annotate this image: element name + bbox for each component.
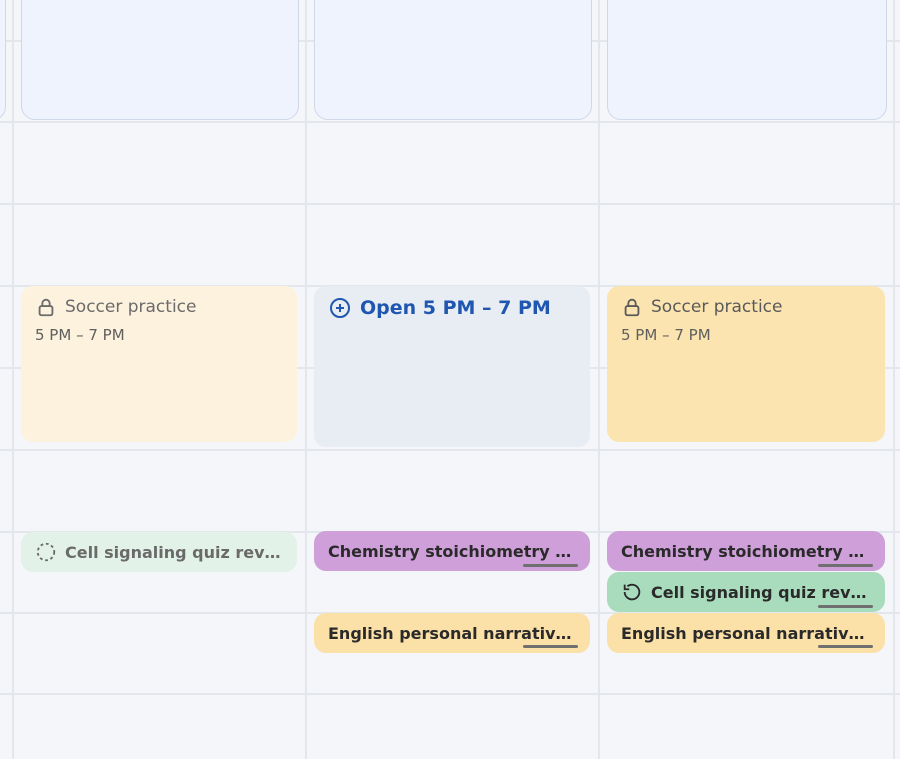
progress-underline [523,645,578,648]
add-circle-icon [328,296,352,320]
event-title: Soccer practice [651,297,783,317]
grid-hour-line [0,449,900,451]
task-label: English personal narrative r... [621,623,871,643]
progress-underline [523,564,578,567]
event-open-slot-tue[interactable]: Open 5 PM – 7 PM [314,286,590,447]
all-day-card-wed[interactable] [607,0,887,120]
task-label: English personal narrative r... [328,623,576,643]
all-day-card-mon[interactable] [21,0,299,120]
grid-hour-line [0,693,900,695]
event-time: 5 PM – 7 PM [35,326,125,344]
event-time: 5 PM – 7 PM [621,326,711,344]
task-label: Chemistry stoichiometry pr... [621,541,871,561]
task-label: Cell signaling quiz review [65,542,283,562]
grid-column-line [12,0,14,759]
progress-underline [818,605,873,608]
lock-icon [35,296,57,318]
event-soccer-practice-mon[interactable]: Soccer practice 5 PM – 7 PM [21,286,297,442]
grid-column-line [893,0,895,759]
progress-underline [818,645,873,648]
task-label: Chemistry stoichiometry pr... [328,541,576,561]
grid-hour-line [0,121,900,123]
event-title: Soccer practice [65,297,197,317]
dashed-circle-icon [35,541,57,563]
task-cell-signaling-mon[interactable]: Cell signaling quiz review [21,532,297,572]
grid-column-line [598,0,600,759]
progress-underline [818,564,873,567]
lock-icon [621,296,643,318]
event-soccer-practice-wed[interactable]: Soccer practice 5 PM – 7 PM [607,286,885,442]
all-day-card[interactable] [0,0,6,120]
grid-hour-line [0,203,900,205]
refresh-icon [621,581,643,603]
grid-column-line [305,0,307,759]
all-day-card-tue[interactable] [314,0,592,120]
task-label: Cell signaling quiz review [651,582,871,602]
event-title: Open 5 PM – 7 PM [360,297,551,319]
